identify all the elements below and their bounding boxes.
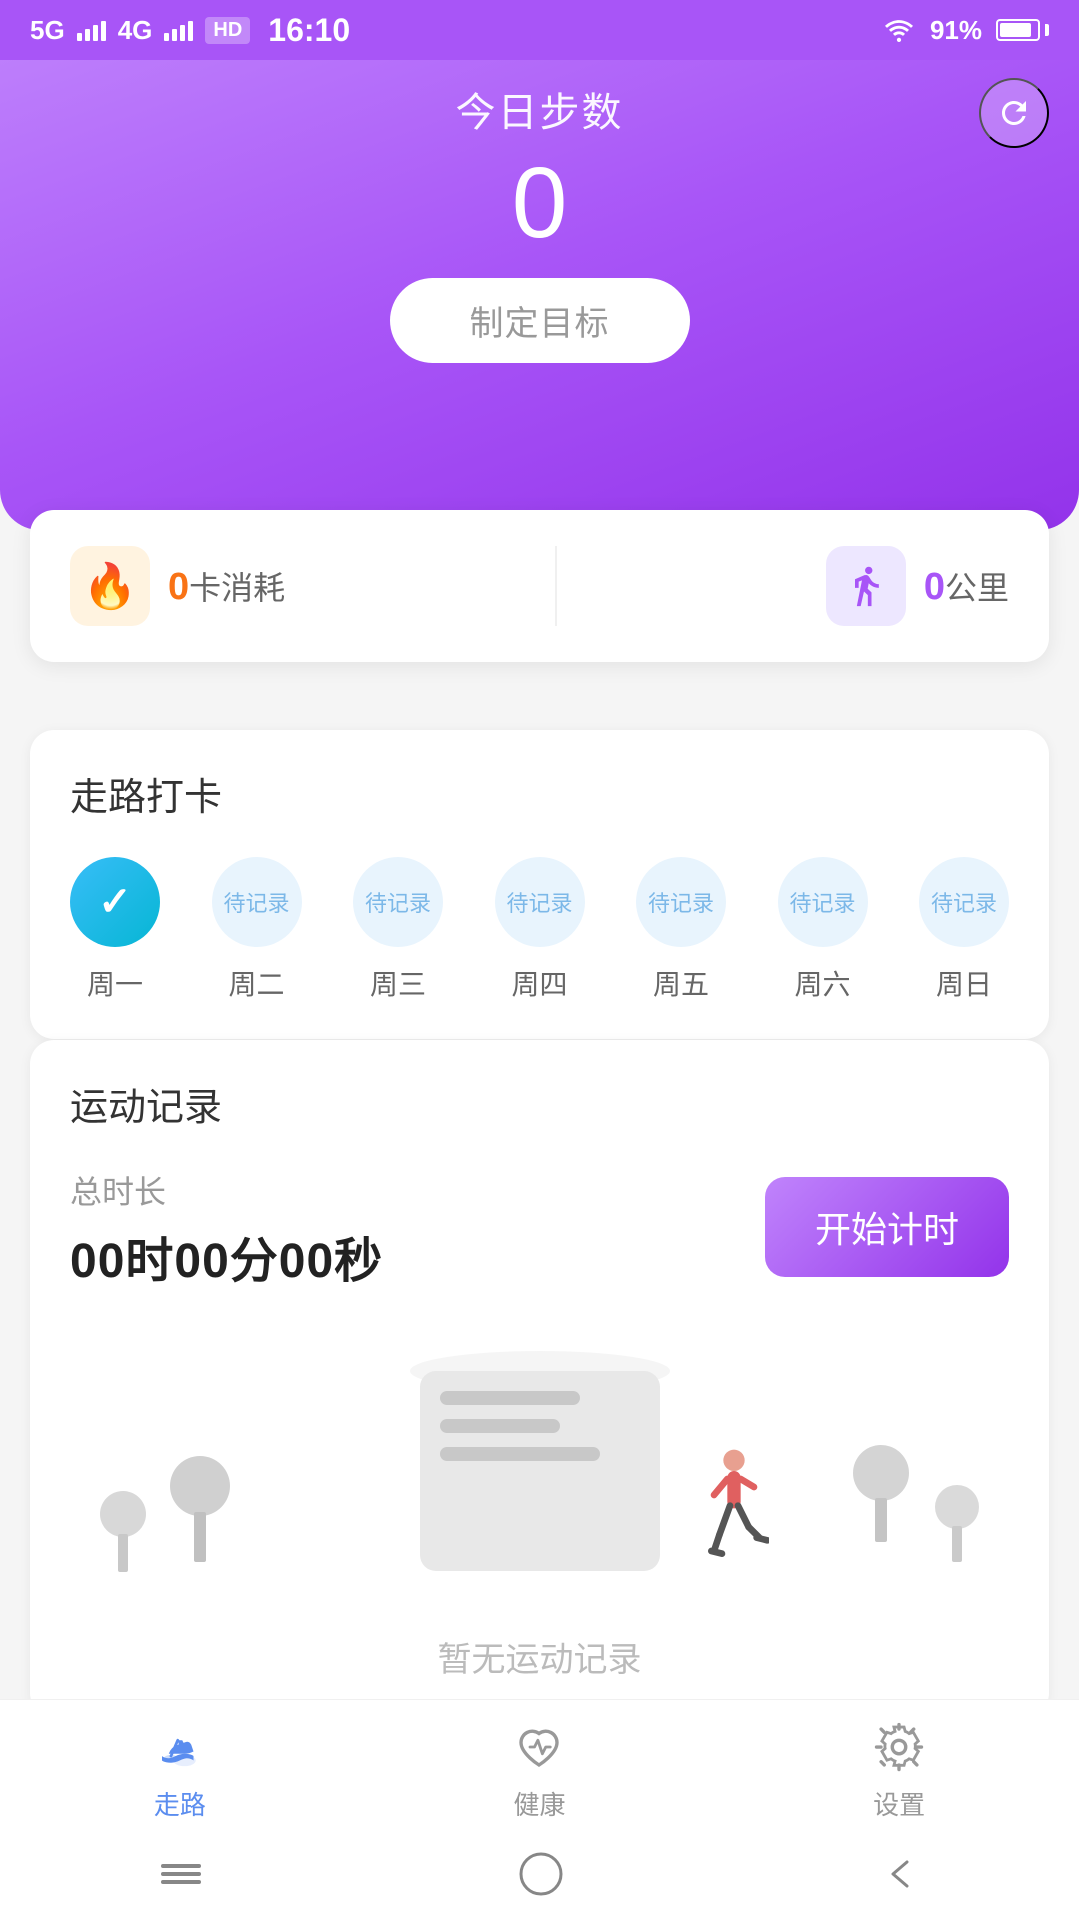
day-text-thursday: 待记录 [506, 886, 572, 918]
fire-icon: 🔥 [83, 560, 138, 612]
day-thursday[interactable]: 待记录 周四 [495, 857, 585, 1003]
nav-settings-label: 设置 [873, 1785, 925, 1822]
battery-percent: 91% [930, 15, 982, 46]
total-time-value: 00时00分00秒 [70, 1221, 383, 1291]
day-circle-tuesday: 待记录 [212, 857, 302, 947]
calories-unit: 卡消耗 [189, 570, 285, 606]
day-sunday[interactable]: 待记录 周日 [919, 857, 1009, 1003]
day-circle-sunday: 待记录 [919, 857, 1009, 947]
stat-divider [555, 546, 557, 626]
walk-icon [844, 564, 888, 608]
hd-badge: HD [205, 17, 250, 44]
exercise-card: 运动记录 总时长 00时00分00秒 开始计时 [30, 1040, 1049, 1717]
wifi-icon [882, 17, 916, 43]
day-text-friday: 待记录 [648, 886, 714, 918]
distance-unit: 公里 [945, 570, 1009, 606]
distance-value: 0 [924, 566, 945, 608]
day-saturday[interactable]: 待记录 周六 [778, 857, 868, 1003]
calories-stat: 🔥 0卡消耗 [70, 546, 285, 626]
distance-info: 0公里 [924, 563, 1009, 609]
day-text-saturday: 待记录 [789, 886, 855, 918]
network-4g: 4G [118, 15, 153, 46]
doc-line-2 [440, 1419, 560, 1433]
exercise-info: 总时长 00时00分00秒 [70, 1167, 383, 1291]
empty-text: 暂无运动记录 [438, 1632, 642, 1681]
signal-bars-2 [164, 19, 193, 41]
refresh-button[interactable] [979, 78, 1049, 148]
nav-walk[interactable]: 走路 [150, 1717, 210, 1822]
start-timer-button[interactable]: 开始计时 [765, 1177, 1009, 1277]
day-label-wednesday: 周三 [370, 963, 426, 1003]
doc-line-3 [440, 1447, 600, 1461]
battery-icon [996, 19, 1049, 41]
day-circle-monday: ✓ [70, 857, 160, 947]
fire-icon-container: 🔥 [70, 546, 150, 626]
day-wednesday[interactable]: 待记录 周三 [353, 857, 443, 1003]
weekdays-row: ✓ 周一 待记录 周二 待记录 周三 待记录 周四 待记 [70, 857, 1009, 1003]
day-tuesday[interactable]: 待记录 周二 [212, 857, 302, 1003]
day-label-thursday: 周四 [511, 963, 567, 1003]
nav-settings[interactable]: 设置 [869, 1717, 929, 1822]
document-card [420, 1371, 660, 1571]
day-monday[interactable]: ✓ 周一 [70, 857, 160, 1003]
check-icon-monday: ✓ [98, 879, 132, 925]
day-label-friday: 周五 [653, 963, 709, 1003]
nav-health-icon [509, 1717, 569, 1777]
nav-walk-icon [150, 1717, 210, 1777]
day-label-sunday: 周日 [936, 963, 992, 1003]
day-text-wednesday: 待记录 [365, 886, 431, 918]
stats-card: 🔥 0卡消耗 0公里 [30, 510, 1049, 662]
status-bar: 5G 4G HD 16:10 91% [0, 0, 1079, 60]
empty-illustration [70, 1341, 1009, 1622]
tree-right [853, 1445, 909, 1542]
calories-value: 0 [168, 566, 189, 608]
nav-walk-label: 走路 [154, 1785, 206, 1822]
back-button[interactable] [877, 1854, 923, 1894]
arc-decoration [190, 330, 890, 530]
menu-button[interactable] [156, 1859, 206, 1889]
distance-stat: 0公里 [826, 546, 1009, 626]
total-time-label: 总时长 [70, 1167, 383, 1213]
day-label-tuesday: 周二 [228, 963, 284, 1003]
tree-far-right [935, 1485, 979, 1562]
day-label-monday: 周一 [87, 963, 143, 1003]
steps-title: 今日步数 [456, 80, 624, 138]
day-circle-wednesday: 待记录 [353, 857, 443, 947]
exercise-header: 总时长 00时00分00秒 开始计时 [70, 1167, 1009, 1291]
status-right: 91% [882, 15, 1049, 46]
steps-count: 0 [512, 148, 568, 258]
time-display: 16:10 [268, 12, 350, 49]
empty-state: 暂无运动记录 [70, 1341, 1009, 1681]
signal-bars [77, 19, 106, 41]
bottom-nav: 走路 健康 设置 [0, 1699, 1079, 1839]
day-friday[interactable]: 待记录 周五 [636, 857, 726, 1003]
day-label-saturday: 周六 [794, 963, 850, 1003]
home-button[interactable] [518, 1851, 564, 1897]
day-circle-saturday: 待记录 [778, 857, 868, 947]
exercise-title: 运动记录 [70, 1076, 1009, 1131]
tree-far-left [100, 1491, 146, 1572]
network-5g: 5G [30, 15, 65, 46]
walking-person [699, 1447, 769, 1572]
day-text-sunday: 待记录 [931, 886, 997, 918]
calories-info: 0卡消耗 [168, 563, 285, 609]
nav-health[interactable]: 健康 [509, 1717, 569, 1822]
system-nav-bar [0, 1839, 1079, 1919]
day-circle-friday: 待记录 [636, 857, 726, 947]
day-text-tuesday: 待记录 [223, 886, 289, 918]
refresh-icon [996, 95, 1032, 131]
status-left: 5G 4G HD 16:10 [30, 12, 350, 49]
checkin-card: 走路打卡 ✓ 周一 待记录 周二 待记录 周三 待记录 周四 [30, 730, 1049, 1039]
tree-left [170, 1456, 230, 1562]
checkin-title: 走路打卡 [70, 766, 1009, 821]
day-circle-thursday: 待记录 [495, 857, 585, 947]
doc-line-1 [440, 1391, 580, 1405]
nav-health-label: 健康 [513, 1785, 565, 1822]
nav-settings-icon [869, 1717, 929, 1777]
walk-icon-container [826, 546, 906, 626]
hero-section: 今日步数 0 制定目标 [0, 0, 1079, 530]
